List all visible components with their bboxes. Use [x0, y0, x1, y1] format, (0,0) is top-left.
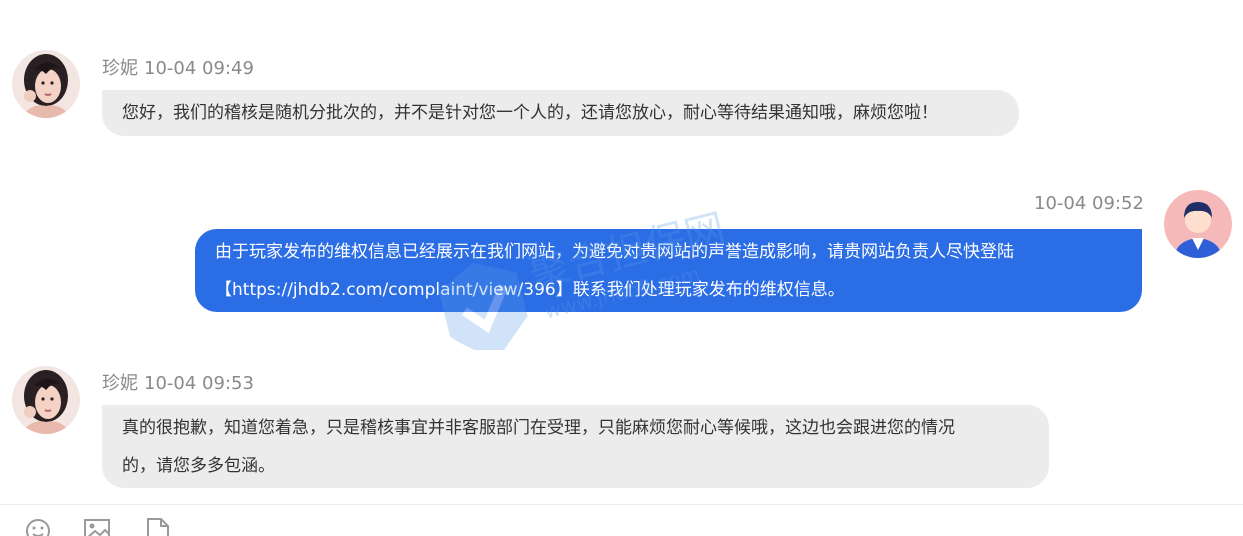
message-time: 10-04 09:53 — [144, 373, 254, 394]
agent-avatar-image — [12, 366, 80, 434]
message-text-line: 的，请您多多包涵。 — [122, 456, 275, 476]
message-time: 10-04 09:49 — [144, 58, 254, 79]
image-icon[interactable] — [83, 515, 113, 536]
agent-message-bubble: 真的很抱歉，知道您着急，只是稽核事宜并非客服部门在受理，只能麻烦您耐心等候哦，这… — [102, 405, 1049, 488]
agent-avatar[interactable] — [12, 50, 80, 118]
chat-window: 珍妮 10-04 09:49 您好，我们的稽核是随机分批次的，并不是针对您一个人的… — [0, 0, 1243, 536]
message-time: 10-04 09:52 — [1034, 193, 1144, 214]
emoji-icon[interactable] — [24, 515, 54, 536]
sender-name: 珍妮 — [102, 58, 138, 79]
user-avatar[interactable] — [1164, 190, 1232, 258]
message-text-line: 真的很抱歉，知道您着急，只是稽核事宜并非客服部门在受理，只能麻烦您耐心等候哦，这… — [122, 418, 955, 438]
agent-avatar-image — [12, 50, 80, 118]
message-meta: 珍妮 10-04 09:49 — [102, 54, 254, 80]
file-icon[interactable] — [145, 515, 175, 536]
message-meta: 10-04 09:52 — [1034, 193, 1144, 214]
agent-message-bubble: 您好，我们的稽核是随机分批次的，并不是针对您一个人的，还请您放心，耐心等待结果通… — [102, 90, 1019, 136]
message-meta: 珍妮 10-04 09:53 — [102, 369, 254, 395]
message-text: 您好，我们的稽核是随机分批次的，并不是针对您一个人的，还请您放心，耐心等待结果通… — [122, 103, 938, 123]
user-message-bubble: 由于玩家发布的维权信息已经展示在我们网站，为避免对贵网站的声誉造成影响，请贵网站… — [195, 229, 1142, 312]
message-text-line: 由于玩家发布的维权信息已经展示在我们网站，为避免对贵网站的声誉造成影响，请贵网站… — [215, 242, 1014, 262]
agent-avatar[interactable] — [12, 366, 80, 434]
sender-name: 珍妮 — [102, 373, 138, 394]
user-avatar-image — [1164, 190, 1232, 258]
input-toolbar — [0, 504, 1243, 536]
message-text-line: 【https://jhdb2.com/complaint/view/396】联系… — [215, 280, 845, 300]
